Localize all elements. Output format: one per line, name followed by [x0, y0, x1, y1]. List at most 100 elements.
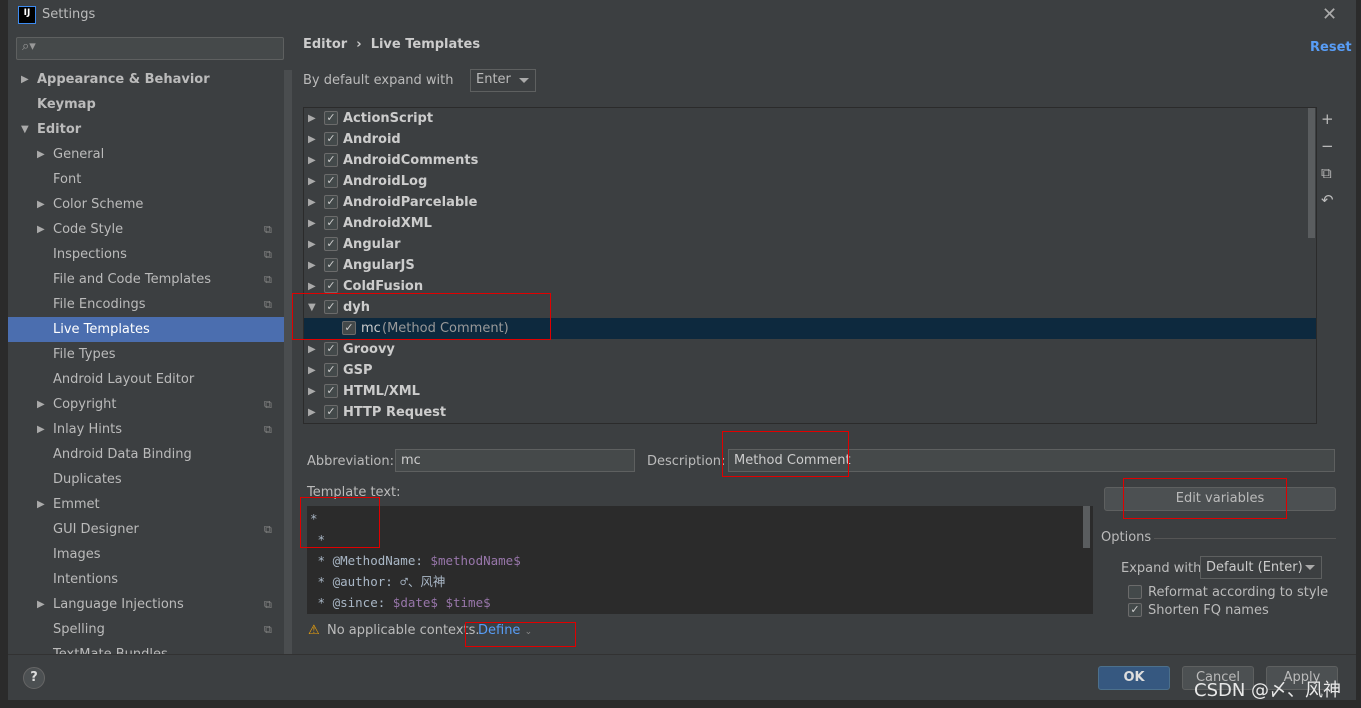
- reset-link[interactable]: Reset: [1310, 40, 1352, 55]
- sidebar-item-keymap[interactable]: Keymap: [8, 92, 286, 117]
- enable-checkbox[interactable]: ✓: [324, 132, 338, 146]
- chevron-right-icon[interactable]: ▶: [308, 129, 316, 150]
- enable-checkbox[interactable]: ✓: [324, 258, 338, 272]
- sidebar-item-emmet[interactable]: ▶ Emmet: [8, 492, 286, 517]
- project-scope-icon: ⧉: [264, 273, 272, 286]
- template-group[interactable]: ▶ ✓ GSP: [304, 360, 1316, 381]
- chevron-right-icon[interactable]: ▶: [37, 142, 45, 167]
- sidebar-item-live-templates[interactable]: Live Templates: [8, 317, 286, 342]
- sidebar-item-spelling[interactable]: Spelling ⧉: [8, 617, 286, 642]
- sidebar-item-color-scheme[interactable]: ▶ Color Scheme: [8, 192, 286, 217]
- template-group[interactable]: ▶ ✓ ActionScript: [304, 108, 1316, 129]
- sidebar-item-font[interactable]: Font: [8, 167, 286, 192]
- chevron-down-icon[interactable]: ▼: [21, 117, 29, 142]
- template-group[interactable]: ▶ ✓ AndroidXML: [304, 213, 1316, 234]
- chevron-right-icon[interactable]: ▶: [308, 255, 316, 276]
- add-icon[interactable]: +: [1321, 110, 1334, 128]
- options-expand-label: Expand with: [1121, 561, 1202, 576]
- chevron-right-icon[interactable]: ▶: [308, 171, 316, 192]
- template-group[interactable]: ▶ ✓ Groovy: [304, 339, 1316, 360]
- sidebar-item-gui-designer[interactable]: GUI Designer ⧉: [8, 517, 286, 542]
- chevron-right-icon[interactable]: ▶: [37, 217, 45, 242]
- enable-checkbox[interactable]: ✓: [324, 195, 338, 209]
- enable-checkbox[interactable]: ✓: [324, 342, 338, 356]
- sidebar-scrollbar[interactable]: [284, 70, 292, 654]
- sidebar-item-code-style[interactable]: ▶ Code Style ⧉: [8, 217, 286, 242]
- enable-checkbox[interactable]: ✓: [324, 384, 338, 398]
- sidebar-item-inlay-hints[interactable]: ▶ Inlay Hints ⧉: [8, 417, 286, 442]
- breadcrumb-editor[interactable]: Editor: [303, 37, 347, 52]
- chevron-right-icon[interactable]: ▶: [308, 108, 316, 129]
- chevron-right-icon[interactable]: ▶: [37, 492, 45, 517]
- sidebar-item-android-data-binding[interactable]: Android Data Binding: [8, 442, 286, 467]
- chevron-right-icon[interactable]: ▶: [308, 213, 316, 234]
- no-contexts-warning: No applicable contexts.: [327, 623, 480, 638]
- ok-button[interactable]: OK: [1098, 666, 1170, 690]
- chevron-right-icon[interactable]: ▶: [308, 402, 316, 423]
- options-expand-dropdown[interactable]: Default (Enter): [1200, 556, 1322, 579]
- enable-checkbox[interactable]: ✓: [324, 279, 338, 293]
- template-group[interactable]: ▶ ✓ AngularJS: [304, 255, 1316, 276]
- tree-scrollbar[interactable]: [1308, 108, 1315, 238]
- template-group[interactable]: ▶ ✓ Android: [304, 129, 1316, 150]
- template-group[interactable]: ▶ ✓ HTTP Request: [304, 402, 1316, 423]
- sidebar-item-editor[interactable]: ▼ Editor: [8, 117, 286, 142]
- enable-checkbox[interactable]: ✓: [324, 216, 338, 230]
- sidebar-item-label: Copyright: [53, 397, 117, 412]
- expand-with-dropdown[interactable]: Enter: [470, 69, 536, 92]
- shorten-fq-checkbox[interactable]: ✓: [1128, 603, 1142, 617]
- template-variable: $date$: [392, 595, 438, 610]
- chevron-right-icon[interactable]: ▶: [308, 192, 316, 213]
- sidebar-item-images[interactable]: Images: [8, 542, 286, 567]
- restore-icon[interactable]: ↶: [1321, 191, 1334, 209]
- chevron-right-icon[interactable]: ▶: [37, 192, 45, 217]
- sidebar-item-file-and-code-templates[interactable]: File and Code Templates ⧉: [8, 267, 286, 292]
- enable-checkbox[interactable]: ✓: [324, 111, 338, 125]
- sidebar-item-duplicates[interactable]: Duplicates: [8, 467, 286, 492]
- sidebar-item-label: Inlay Hints: [53, 422, 122, 437]
- enable-checkbox[interactable]: ✓: [324, 237, 338, 251]
- sidebar-item-general[interactable]: ▶ General: [8, 142, 286, 167]
- chevron-right-icon[interactable]: ▶: [37, 392, 45, 417]
- enable-checkbox[interactable]: ✓: [324, 405, 338, 419]
- search-icon: ⌕▾: [22, 39, 36, 54]
- annotation-box: [300, 497, 380, 548]
- template-group[interactable]: ▶ ✓ AndroidLog: [304, 171, 1316, 192]
- template-group[interactable]: ▶ ✓ Angular: [304, 234, 1316, 255]
- chevron-right-icon[interactable]: ▶: [37, 592, 45, 617]
- chevron-right-icon[interactable]: ▶: [308, 360, 316, 381]
- sidebar-item-inspections[interactable]: Inspections ⧉: [8, 242, 286, 267]
- chevron-right-icon[interactable]: ▶: [308, 150, 316, 171]
- abbreviation-label: Abbreviation:: [307, 454, 395, 469]
- template-text-editor[interactable]: * * * @MethodName: $methodName$ * @autho…: [307, 506, 1093, 614]
- sidebar-item-file-types[interactable]: File Types: [8, 342, 286, 367]
- enable-checkbox[interactable]: ✓: [324, 174, 338, 188]
- template-group[interactable]: ▶ ✓ AndroidParcelable: [304, 192, 1316, 213]
- template-group[interactable]: ▶ ✓ HTML/XML: [304, 381, 1316, 402]
- template-scrollbar[interactable]: [1083, 506, 1090, 548]
- chevron-right-icon[interactable]: ▶: [308, 234, 316, 255]
- copy-icon[interactable]: ⧉: [1321, 164, 1332, 182]
- close-icon[interactable]: ✕: [1322, 4, 1337, 25]
- abbreviation-input[interactable]: mc: [395, 449, 635, 472]
- sidebar-item-language-injections[interactable]: ▶ Language Injections ⧉: [8, 592, 286, 617]
- sidebar-item-copyright[interactable]: ▶ Copyright ⧉: [8, 392, 286, 417]
- template-group[interactable]: ▶ ✓ AndroidComments: [304, 150, 1316, 171]
- chevron-right-icon[interactable]: ▶: [308, 381, 316, 402]
- sidebar-item-textmate-bundles[interactable]: TextMate Bundles: [8, 642, 286, 654]
- sidebar-item-appearance-behavior[interactable]: ▶ Appearance & Behavior: [8, 67, 286, 92]
- sidebar-item-file-encodings[interactable]: File Encodings ⧉: [8, 292, 286, 317]
- sidebar-item-android-layout-editor[interactable]: Android Layout Editor: [8, 367, 286, 392]
- reformat-checkbox[interactable]: [1128, 585, 1142, 599]
- sidebar-item-label: Spelling: [53, 622, 105, 637]
- sidebar-item-intentions[interactable]: Intentions: [8, 567, 286, 592]
- chevron-right-icon[interactable]: ▶: [21, 67, 29, 92]
- chevron-right-icon[interactable]: ▶: [37, 417, 45, 442]
- chevron-right-icon[interactable]: ▶: [308, 339, 316, 360]
- window-title: Settings: [42, 7, 96, 22]
- enable-checkbox[interactable]: ✓: [324, 363, 338, 377]
- help-button[interactable]: ?: [23, 667, 45, 689]
- enable-checkbox[interactable]: ✓: [324, 153, 338, 167]
- settings-search-input[interactable]: ⌕▾: [16, 37, 284, 60]
- remove-icon[interactable]: −: [1321, 137, 1334, 155]
